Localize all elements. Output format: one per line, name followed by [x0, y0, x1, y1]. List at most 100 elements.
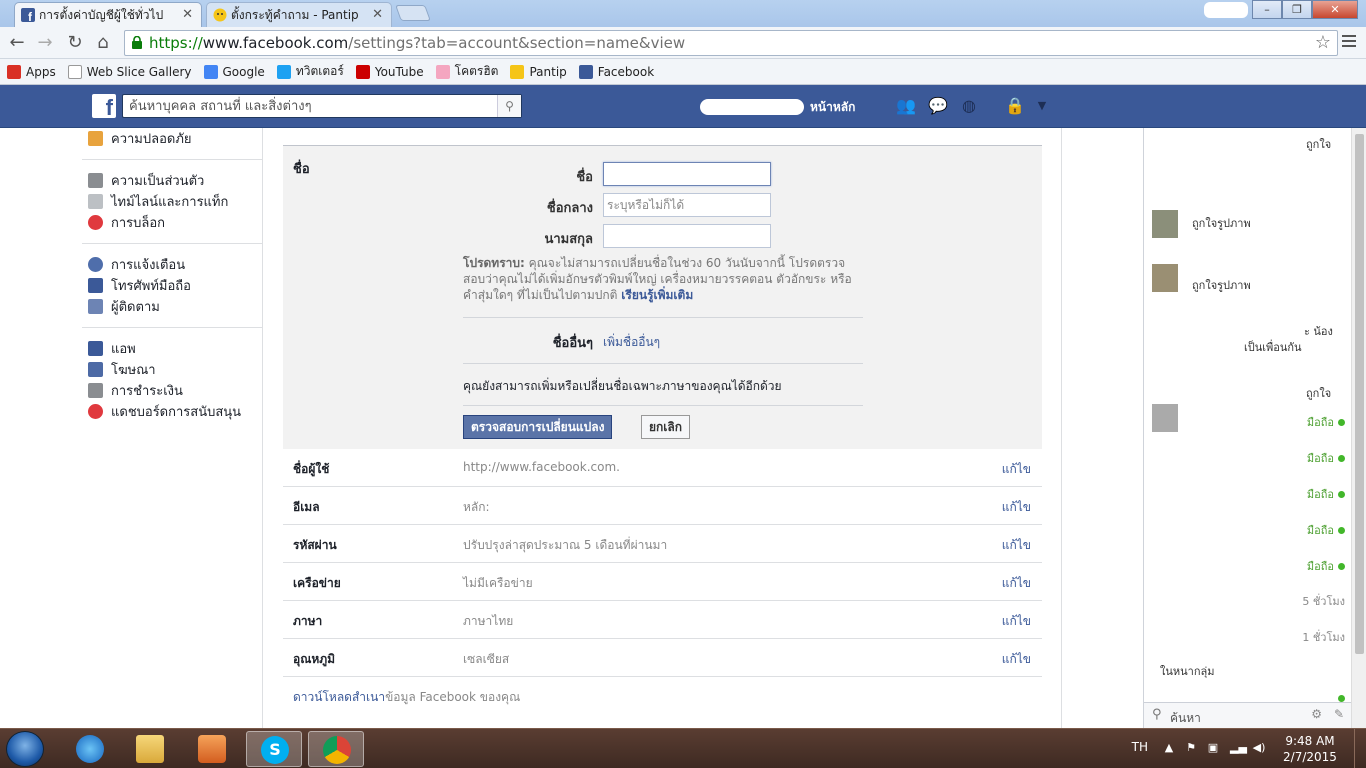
show-desktop-button[interactable] [1354, 729, 1366, 768]
twitter-icon [276, 64, 291, 79]
ticker-snippet[interactable]: ถูกใจ [1306, 135, 1331, 153]
search-icon[interactable]: ⚲ [497, 95, 521, 117]
settings-row[interactable]: รหัสผ่าน ปรับปรุงล่าสุดประมาณ 5 เดือนที่ผ… [283, 525, 1042, 563]
facebook-logo-icon[interactable]: f [92, 94, 116, 118]
action-center-flag-icon[interactable]: ⚑ [1184, 741, 1198, 755]
timeline-icon [88, 194, 103, 209]
edit-link[interactable]: แก้ไข [1002, 536, 1031, 555]
tab-pantip[interactable]: ตั้งกระทู้คำถาม - Pantip ✕ [206, 2, 392, 27]
clock[interactable]: 9:48 AM 2/7/2015 [1280, 733, 1340, 765]
facebook-header: f ⚲ หน้าหลัก 👥 💬 ◍ 🔒 ▼ [0, 85, 1366, 128]
bookmark-star-icon[interactable]: ☆ [1315, 31, 1331, 55]
ticker-snippet[interactable]: ถูกใจรูปภาพ [1192, 276, 1251, 294]
add-other-names-link[interactable]: เพิ่มชื่ออื่นๆ [603, 333, 660, 352]
bookmark-twitter[interactable]: ทวิตเตอร์ [276, 62, 344, 81]
taskbar-skype[interactable]: S [246, 731, 302, 767]
status-label: มือถือ [1306, 560, 1334, 573]
home-icon[interactable]: ⌂ [92, 32, 114, 54]
sidebar-item-security-badge[interactable]: ความปลอดภัย [82, 128, 262, 149]
bookmark-heart[interactable]: โคตรฮิต [435, 62, 498, 81]
edit-link[interactable]: แก้ไข [1002, 612, 1031, 631]
input-language[interactable]: TH [1132, 740, 1148, 754]
close-window-button[interactable]: ✕ [1312, 0, 1358, 19]
account-menu-chevron-icon[interactable]: ▼ [1032, 97, 1052, 115]
edit-link[interactable]: แก้ไข [1002, 650, 1031, 669]
chrome-menu-icon[interactable] [1340, 32, 1358, 52]
chat-search[interactable]: ⚲ ค้นหา ⚙ ✎ [1144, 702, 1352, 728]
sidebar-item-timeline[interactable]: ไทม์ไลน์และการแท็ก [82, 191, 262, 212]
middle-name-field[interactable] [603, 193, 771, 217]
new-message-icon[interactable]: ✎ [1334, 707, 1344, 721]
ticker-snippet[interactable]: ถูกใจรูปภาพ [1192, 214, 1251, 232]
edit-link[interactable]: แก้ไข [1002, 574, 1031, 593]
minimize-button[interactable]: – [1252, 0, 1282, 19]
network-signal-icon[interactable]: ▂▄ [1230, 741, 1247, 755]
address-bar[interactable]: https://www.facebook.com/settings?tab=ac… [124, 30, 1338, 56]
group-suggestion[interactable]: ในหนากลุ่ม [1160, 662, 1215, 680]
sidebar-item-support-lifebuoy[interactable]: แดชบอร์ดการสนับสนุน [82, 401, 262, 422]
facebook-search-input[interactable] [123, 95, 493, 117]
new-tab-button[interactable] [395, 5, 431, 21]
sidebar-item-block[interactable]: การบล็อก [82, 212, 262, 233]
notifications-globe-icon[interactable]: ◍ [959, 97, 979, 115]
windows-start-icon[interactable] [6, 731, 44, 767]
sidebar-item-payments-card[interactable]: การชำระเงิน [82, 380, 262, 401]
sidebar-item-rss[interactable]: ผู้ติดตาม [82, 296, 262, 317]
messages-icon[interactable]: 💬 [928, 97, 948, 115]
device-icon[interactable]: ▣ [1206, 741, 1220, 755]
sidebar-item-ads[interactable]: โฆษณา [82, 359, 262, 380]
last-name-field[interactable] [603, 224, 771, 248]
settings-row[interactable]: อีเมล หลัก: แก้ไข [283, 487, 1042, 525]
first-name-field[interactable] [603, 162, 771, 186]
taskbar-file-explorer[interactable] [122, 731, 178, 767]
forward-arrow-icon[interactable]: → [34, 32, 56, 54]
maximize-button[interactable]: ❐ [1282, 0, 1312, 19]
edit-link[interactable]: แก้ไข [1002, 498, 1031, 517]
sidebar-item-apps[interactable]: แอพ [82, 338, 262, 359]
download-copy-link[interactable]: ดาวน์โหลดสำเนา [293, 690, 385, 704]
ticker-snippet[interactable]: เป็นเพื่อนกัน [1244, 338, 1302, 356]
sidebar-item-globe-notifications[interactable]: การแจ้งเตือน [82, 254, 262, 275]
settings-row[interactable]: ภาษา ภาษาไทย แก้ไข [283, 601, 1042, 639]
friend-requests-icon[interactable]: 👥 [896, 97, 916, 115]
tab-facebook-settings[interactable]: f การตั้งค่าบัญชีผู้ใช้ทั่วไป ✕ [14, 2, 202, 27]
edit-link[interactable]: แก้ไข [1002, 460, 1031, 479]
reload-icon[interactable]: ↻ [64, 32, 86, 54]
volume-icon[interactable]: ◀) [1252, 741, 1266, 755]
settings-row[interactable]: เครือข่าย ไม่มีเครือข่าย แก้ไข [283, 563, 1042, 601]
chat-friend-avatar[interactable] [1152, 404, 1178, 432]
settings-row[interactable]: ชื่อผู้ใช้ http://www.facebook.com. แก้ไข [283, 449, 1042, 487]
review-change-button[interactable]: ตรวจสอบการเปลี่ยนแปลง [463, 415, 613, 439]
ticker-thumbnail[interactable] [1152, 210, 1178, 238]
home-link[interactable]: หน้าหลัก [810, 98, 855, 117]
privacy-shortcuts-icon[interactable]: 🔒 [1005, 97, 1025, 115]
language-specific-name-note[interactable]: คุณยังสามารถเพิ่มหรือเปลี่ยนชื่อเฉพาะภาษ… [463, 377, 782, 396]
sidebar-item-privacy-lock[interactable]: ความเป็นส่วนตัว [82, 170, 262, 191]
chat-options-gear-icon[interactable]: ⚙ [1311, 707, 1322, 721]
scroll-thumb[interactable] [1355, 134, 1364, 654]
bookmark-apps-grid[interactable]: Apps [7, 64, 56, 79]
settings-row[interactable]: อุณหภูมิ เซลเซียส แก้ไข [283, 639, 1042, 677]
tab-close-icon[interactable]: ✕ [372, 3, 383, 27]
taskbar-internet-explorer[interactable] [62, 731, 118, 767]
bookmark-facebook[interactable]: Facebook [578, 64, 654, 79]
show-hidden-icons-icon[interactable]: ▲ [1162, 741, 1176, 755]
bookmark-google[interactable]: Google [203, 64, 265, 79]
setting-key: อุณหภูมิ [293, 652, 336, 666]
learn-more-link[interactable]: เรียนรู้เพิ่มเติม [621, 288, 693, 302]
profile-name-link[interactable] [700, 99, 804, 115]
ticker-thumbnail[interactable] [1152, 264, 1178, 292]
bookmark-pantip[interactable]: Pantip [510, 64, 567, 79]
taskbar-chrome[interactable] [308, 731, 364, 767]
bookmark-page[interactable]: Web Slice Gallery [67, 64, 192, 79]
tab-close-icon[interactable]: ✕ [182, 3, 193, 27]
sidebar-item-mobile-phone[interactable]: โทรศัพท์มือถือ [82, 275, 262, 296]
profile-button[interactable] [1204, 2, 1248, 18]
cancel-button[interactable]: ยกเลิก [641, 415, 691, 439]
bookmark-youtube[interactable]: YouTube [355, 64, 424, 79]
page-scrollbar[interactable] [1351, 128, 1366, 728]
back-arrow-icon[interactable]: ← [6, 32, 28, 54]
ticker-snippet[interactable]: ะ น้อง [1304, 322, 1333, 340]
taskbar-media-player[interactable] [184, 731, 240, 767]
ticker-snippet[interactable]: ถูกใจ [1306, 384, 1331, 402]
